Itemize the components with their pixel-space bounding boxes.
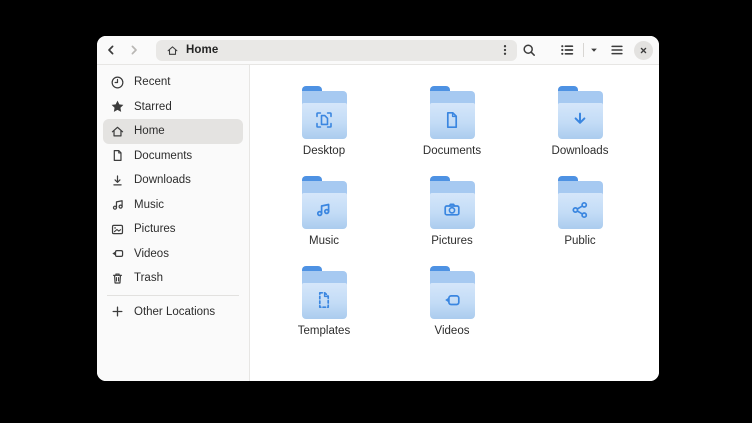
clock-icon <box>110 75 125 90</box>
folder-label: Downloads <box>552 145 609 157</box>
folder-label: Pictures <box>431 235 473 247</box>
desktop-background: Home Recent Starred Home Documents Downloads… <box>0 0 752 423</box>
folder-label: Documents <box>423 145 481 157</box>
folder-pictures[interactable]: Pictures <box>388 169 516 259</box>
back-button[interactable] <box>100 39 122 61</box>
pathbar[interactable]: Home <box>156 40 517 61</box>
toolbar-separator <box>583 43 584 57</box>
sidebar-item-pictures[interactable]: Pictures <box>103 217 243 242</box>
close-button[interactable] <box>634 41 653 60</box>
sidebar-item-label: Recent <box>134 76 170 88</box>
sidebar-item-label: Starred <box>134 101 172 113</box>
folder-label: Desktop <box>303 145 345 157</box>
window-body: Recent Starred Home Documents Downloads Music… <box>97 65 659 381</box>
sidebar-item-trash[interactable]: Trash <box>103 266 243 291</box>
document-emblem <box>441 109 463 131</box>
sidebar-footer: Other Locations <box>97 300 249 325</box>
sidebar-item-other-locations[interactable]: Other Locations <box>103 300 243 325</box>
forward-button[interactable] <box>123 39 145 61</box>
chevron-down-icon <box>588 44 600 56</box>
sidebar-item-label: Home <box>134 125 165 137</box>
folder-downloads[interactable]: Downloads <box>516 79 644 169</box>
chevron-right-icon <box>126 42 142 58</box>
folder-documents[interactable]: Documents <box>388 79 516 169</box>
music-note-icon <box>110 197 125 212</box>
folder-icon <box>302 86 347 139</box>
folder-videos[interactable]: Videos <box>388 259 516 349</box>
star-icon <box>110 99 125 114</box>
path-menu-button[interactable] <box>496 40 514 61</box>
sidebar-item-videos[interactable]: Videos <box>103 242 243 267</box>
template-emblem <box>313 289 335 311</box>
music-emblem <box>313 199 335 221</box>
main-menu-button[interactable] <box>606 39 628 61</box>
download-emblem <box>569 109 591 131</box>
folder-icon <box>430 176 475 229</box>
image-icon <box>110 222 125 237</box>
folder-label: Templates <box>298 325 350 337</box>
view-toggle-button[interactable] <box>555 39 579 61</box>
sidebar-item-label: Pictures <box>134 223 176 235</box>
headerbar: Home <box>97 36 659 65</box>
sidebar-item-downloads[interactable]: Downloads <box>103 168 243 193</box>
sidebar-item-label: Other Locations <box>134 306 215 318</box>
folder-label: Public <box>564 235 595 247</box>
sidebar-item-starred[interactable]: Starred <box>103 95 243 120</box>
document-icon <box>110 148 125 163</box>
folder-icon <box>302 266 347 319</box>
view-options-button[interactable] <box>585 39 603 61</box>
folder-icon <box>430 266 475 319</box>
sidebar-item-label: Music <box>134 199 164 211</box>
hamburger-icon <box>609 42 625 58</box>
folder-label: Videos <box>435 325 470 337</box>
file-view[interactable]: Desktop Documents Downloads Music Pictur… <box>250 65 659 381</box>
video-camera-icon <box>110 246 125 261</box>
folder-desktop[interactable]: Desktop <box>260 79 388 169</box>
sidebar-item-label: Documents <box>134 150 192 162</box>
folder-icon <box>430 86 475 139</box>
folder-public[interactable]: Public <box>516 169 644 259</box>
sidebar-item-label: Videos <box>134 248 169 260</box>
download-icon <box>110 173 125 188</box>
search-button[interactable] <box>518 39 540 61</box>
home-icon <box>166 44 179 57</box>
view-list-icon <box>559 42 575 58</box>
sidebar-item-label: Downloads <box>134 174 191 186</box>
folder-icon <box>302 176 347 229</box>
desktop-emblem <box>313 109 335 131</box>
sidebar-item-recent[interactable]: Recent <box>103 70 243 95</box>
folder-icon <box>558 176 603 229</box>
chevron-left-icon <box>103 42 119 58</box>
sidebar-list: Recent Starred Home Documents Downloads Music… <box>97 70 249 291</box>
plus-icon <box>110 304 125 319</box>
trash-icon <box>110 271 125 286</box>
sidebar-separator <box>107 295 239 296</box>
folder-label: Music <box>309 235 339 247</box>
kebab-icon <box>497 42 513 58</box>
home-icon <box>110 124 125 139</box>
pathbar-location: Home <box>186 44 218 56</box>
sidebar-item-label: Trash <box>134 272 163 284</box>
files-window: Home Recent Starred Home Documents Downloads… <box>97 36 659 381</box>
video-emblem <box>441 289 463 311</box>
folder-templates[interactable]: Templates <box>260 259 388 349</box>
camera-emblem <box>441 199 463 221</box>
folder-icon <box>558 86 603 139</box>
folder-grid: Desktop Documents Downloads Music Pictur… <box>260 79 659 349</box>
share-emblem <box>569 199 591 221</box>
sidebar-item-documents[interactable]: Documents <box>103 144 243 169</box>
close-icon <box>637 44 650 57</box>
sidebar-item-home[interactable]: Home <box>103 119 243 144</box>
sidebar: Recent Starred Home Documents Downloads Music… <box>97 65 250 381</box>
search-icon <box>521 42 537 58</box>
folder-music[interactable]: Music <box>260 169 388 259</box>
sidebar-item-music[interactable]: Music <box>103 193 243 218</box>
